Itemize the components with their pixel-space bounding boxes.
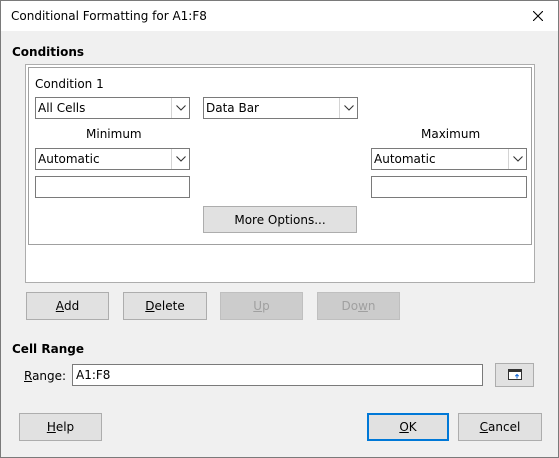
down-button[interactable]: Do w n: [317, 292, 400, 320]
chevron-down-icon: [171, 149, 189, 169]
chevron-down-icon: [339, 98, 357, 118]
range-accelerator: R: [24, 369, 33, 383]
conditional-formatting-dialog: Conditional Formatting for A1:F8 Conditi…: [0, 0, 559, 458]
maximum-type-value: Automatic: [374, 152, 436, 166]
down-label-pre: Do: [341, 299, 359, 313]
cancel-accelerator: C: [479, 420, 489, 434]
down-label-post: n: [367, 299, 376, 313]
cell-range-heading: Cell Range: [12, 342, 84, 356]
minimum-value-input[interactable]: [35, 176, 190, 198]
minimum-type-dropdown[interactable]: Automatic: [35, 148, 190, 170]
help-button[interactable]: Help: [19, 413, 102, 441]
chevron-down-icon: [508, 149, 526, 169]
minimum-type-value: Automatic: [38, 152, 100, 166]
range-value: A1:F8: [76, 368, 111, 382]
format-type-value: Data Bar: [206, 101, 259, 115]
range-label-post: ange:: [32, 369, 67, 383]
delete-label-post: elete: [154, 299, 185, 313]
up-label-post: p: [262, 299, 270, 313]
window-title: Conditional Formatting for A1:F8: [11, 9, 207, 23]
shrink-dialog-icon: [507, 369, 522, 380]
apply-to-value: All Cells: [38, 101, 86, 115]
add-accelerator: A: [55, 299, 64, 313]
range-label: Range:: [24, 369, 66, 383]
close-icon: [533, 11, 543, 21]
condition-entry[interactable]: Condition 1 All Cells Data Bar Minimum M…: [28, 67, 532, 245]
maximum-label: Maximum: [421, 127, 481, 141]
delete-button[interactable]: Delete: [123, 292, 207, 320]
up-button[interactable]: Up: [220, 292, 303, 320]
format-type-dropdown[interactable]: Data Bar: [203, 97, 358, 119]
ok-accelerator: O: [399, 420, 409, 434]
more-options-button[interactable]: More Options...: [203, 206, 357, 233]
conditions-list[interactable]: Condition 1 All Cells Data Bar Minimum M…: [25, 64, 535, 283]
help-accelerator: H: [46, 420, 56, 434]
close-button[interactable]: [518, 1, 558, 31]
title-bar: Conditional Formatting for A1:F8: [1, 1, 558, 31]
range-input[interactable]: A1:F8: [72, 364, 483, 386]
add-label-post: dd: [63, 299, 80, 313]
down-accelerator: w: [358, 299, 368, 313]
condition-label: Condition 1: [35, 77, 104, 91]
delete-accelerator: D: [145, 299, 155, 313]
up-accelerator: U: [253, 299, 263, 313]
cancel-label-post: ancel: [488, 420, 521, 434]
help-label-post: elp: [55, 420, 75, 434]
ok-button[interactable]: OK: [367, 413, 449, 441]
chevron-down-icon: [171, 98, 189, 118]
add-button[interactable]: Add: [26, 292, 109, 320]
cancel-button[interactable]: Cancel: [458, 413, 542, 441]
minimum-label: Minimum: [86, 127, 142, 141]
ok-label-post: K: [408, 420, 417, 434]
maximum-value-input[interactable]: [371, 176, 527, 198]
maximum-type-dropdown[interactable]: Automatic: [371, 148, 527, 170]
shrink-dialog-button[interactable]: [495, 363, 534, 387]
apply-to-dropdown[interactable]: All Cells: [35, 97, 190, 119]
conditions-heading: Conditions: [12, 45, 85, 59]
